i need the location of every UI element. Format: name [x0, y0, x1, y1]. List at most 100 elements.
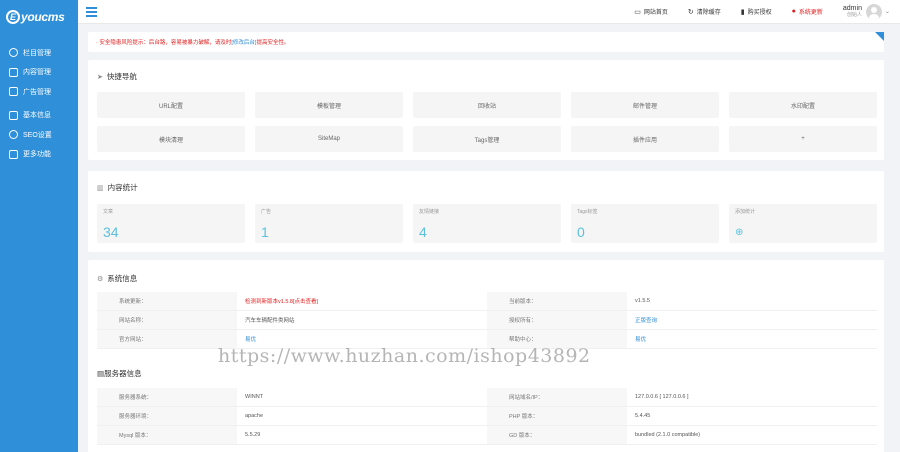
table-row: 网站名称： 汽车车辆配件类网站 授权所有： 正版查询: [97, 311, 877, 330]
info-key: Mysql 版本：: [97, 426, 237, 444]
globe-icon: [9, 130, 18, 140]
sidebar: E youcms 栏目管理 内容管理 广告管理 基本信息 SEO设置 更多功能: [0, 0, 78, 452]
stat-label: 文章: [103, 209, 114, 215]
sidebar-item-label: 栏目管理: [23, 49, 51, 57]
info-value: apache: [245, 413, 264, 419]
info-key: 系统更新：: [97, 292, 237, 310]
admin-menu[interactable]: admin 创始人 ⌄: [842, 3, 890, 20]
quick-watermark-button[interactable]: 水印配置: [729, 92, 877, 118]
info-value: 5.4.45: [635, 413, 651, 419]
stat-tags[interactable]: Tags标签 0: [571, 204, 719, 243]
quick-tags-button[interactable]: Tags管理: [413, 126, 561, 152]
server-info-title: ▤ 服务器信息: [97, 368, 142, 379]
system-update-link[interactable]: ● 系统更新: [792, 7, 823, 16]
monitor-icon: ▭: [634, 8, 641, 16]
table-row: 服务器系统： WINNT 网站域名/IP： 127.0.0.6 [ 127.0.…: [97, 388, 877, 407]
quick-recycle-bin-button[interactable]: 回收站: [413, 92, 561, 118]
topbar: ▭ 网站首页 ↻ 清除缓存 ▮ 购买授权 ● 系统更新 admin 创始人 ⌄: [78, 0, 900, 24]
system-update-label: 系统更新: [798, 10, 823, 16]
quick-url-config-button[interactable]: URL配置: [97, 92, 245, 118]
content-stats-title: ▥ 内容统计: [97, 182, 138, 193]
sidebar-nav: 栏目管理 内容管理 广告管理 基本信息 SEO设置 更多功能: [0, 43, 78, 164]
chart-icon: ▥: [97, 184, 104, 192]
info-key: 服务器系统：: [97, 388, 237, 406]
info-key: 服务器环境：: [97, 407, 237, 425]
sidebar-item-basic-info[interactable]: 基本信息: [0, 106, 78, 126]
logo-mark-icon: E: [6, 10, 20, 24]
table-row: Mysql 版本： 5.5.29 GD 版本： bundled (2.1.0 c…: [97, 426, 877, 445]
sidebar-item-label: 广告管理: [23, 88, 51, 96]
license-query-link[interactable]: 正版查询: [627, 311, 877, 329]
watermark: https://www.huzhan.com/ishop43892: [218, 345, 591, 367]
server-info-title-text: 服务器信息: [104, 369, 142, 378]
quick-module-clean-button[interactable]: 模块清理: [97, 126, 245, 152]
notice-suffix: 提高安全性。: [256, 40, 290, 46]
quick-template-button[interactable]: 模板管理: [255, 92, 403, 118]
sidebar-item-column[interactable]: 栏目管理: [0, 43, 78, 63]
quick-nav-title: ➤ 快捷导航: [97, 71, 137, 82]
briefcase-icon: [9, 110, 18, 120]
logo[interactable]: E youcms: [0, 0, 78, 34]
logo-text: youcms: [21, 10, 65, 24]
quick-mail-button[interactable]: 邮件管理: [571, 92, 719, 118]
refresh-icon: ↻: [687, 8, 694, 16]
content-stats-title-text: 内容统计: [107, 183, 138, 192]
content-stats-panel: ▥ 内容统计 文章 34 广告 1 友情链接 4 Tags标签 0 添加统计 ⊕: [88, 171, 884, 252]
buy-license-link[interactable]: ▮ 购买授权: [741, 7, 772, 17]
security-notice: · 安全隐患风险提示：后台路，容易被暴力破解，请及时 [修改后台] 提高安全性。: [88, 32, 884, 52]
grid-icon: [9, 149, 18, 159]
add-circle-icon: ⊕: [735, 227, 744, 238]
table-row: 服务器环境： apache PHP 版本： 5.4.45: [97, 407, 877, 426]
stat-articles[interactable]: 文章 34: [97, 204, 245, 243]
stat-ads[interactable]: 广告 1: [255, 204, 403, 243]
table-row: 系统更新： 检测到新版本v1.5.8[点击查看] 当前版本： v1.5.5: [97, 292, 877, 311]
quick-sitemap-button[interactable]: SiteMap: [255, 126, 403, 152]
corner-flag-icon: [875, 32, 884, 41]
stat-label: 广告: [261, 209, 272, 215]
sidebar-item-label: 更多功能: [23, 151, 51, 159]
stat-label: 添加统计: [735, 209, 756, 215]
settings-icon: ⚙: [97, 275, 104, 283]
admin-name: admin: [842, 4, 862, 12]
info-value: WINNT: [245, 394, 264, 400]
sidebar-item-label: 基本信息: [23, 112, 51, 120]
send-icon: ➤: [97, 73, 103, 81]
admin-role: 创始人: [846, 11, 862, 18]
quick-plugins-button[interactable]: 插件应用: [571, 126, 719, 152]
info-value: v1.5.5: [635, 298, 650, 304]
modify-admin-link[interactable]: [修改后台]: [231, 38, 256, 46]
stat-value: 1: [261, 224, 269, 240]
stat-add[interactable]: 添加统计 ⊕: [729, 204, 877, 243]
menu-toggle-icon[interactable]: [86, 6, 97, 17]
help-center-link[interactable]: 易优: [627, 330, 877, 348]
info-value: 127.0.0.6 [ 127.0.0.6 ]: [635, 394, 689, 400]
system-info-title: ⚙ 系统信息: [97, 273, 137, 284]
gear-icon: [9, 48, 18, 58]
info-value: 5.5.29: [245, 432, 261, 438]
stat-label: Tags标签: [577, 209, 598, 215]
site-home-link[interactable]: ▭ 网站首页: [634, 7, 668, 17]
stat-value: 4: [419, 224, 427, 240]
info-key: 授权所有：: [487, 311, 627, 329]
info-key: 当前版本：: [487, 292, 627, 310]
stat-value: 0: [577, 224, 585, 240]
sidebar-item-ads[interactable]: 广告管理: [0, 82, 78, 102]
sidebar-item-content[interactable]: 内容管理: [0, 63, 78, 83]
update-available-link[interactable]: 检测到新版本v1.5.8[点击查看]: [237, 292, 487, 310]
stat-links[interactable]: 友情链接 4: [413, 204, 561, 243]
clear-cache-link[interactable]: ↻ 清除缓存: [687, 7, 721, 17]
quick-nav-title-text: 快捷导航: [106, 72, 137, 81]
site-home-label: 网站首页: [643, 10, 668, 16]
info-key: 官方网站：: [97, 330, 237, 348]
stat-label: 友情链接: [419, 209, 440, 215]
avatar[interactable]: [865, 3, 882, 20]
alert-icon: ●: [791, 8, 796, 15]
chevron-down-icon[interactable]: ⌄: [885, 8, 890, 15]
buy-license-label: 购买授权: [747, 10, 772, 16]
quick-nav-panel: ➤ 快捷导航 URL配置 模板管理 回收站 邮件管理 水印配置 模块清理 Sit…: [88, 60, 884, 160]
sidebar-item-more[interactable]: 更多功能: [0, 145, 78, 165]
stat-value: 34: [103, 224, 119, 240]
sidebar-item-seo[interactable]: SEO设置: [0, 125, 78, 145]
info-key: 网站域名/IP：: [487, 388, 627, 406]
quick-add-button[interactable]: +: [729, 126, 877, 152]
